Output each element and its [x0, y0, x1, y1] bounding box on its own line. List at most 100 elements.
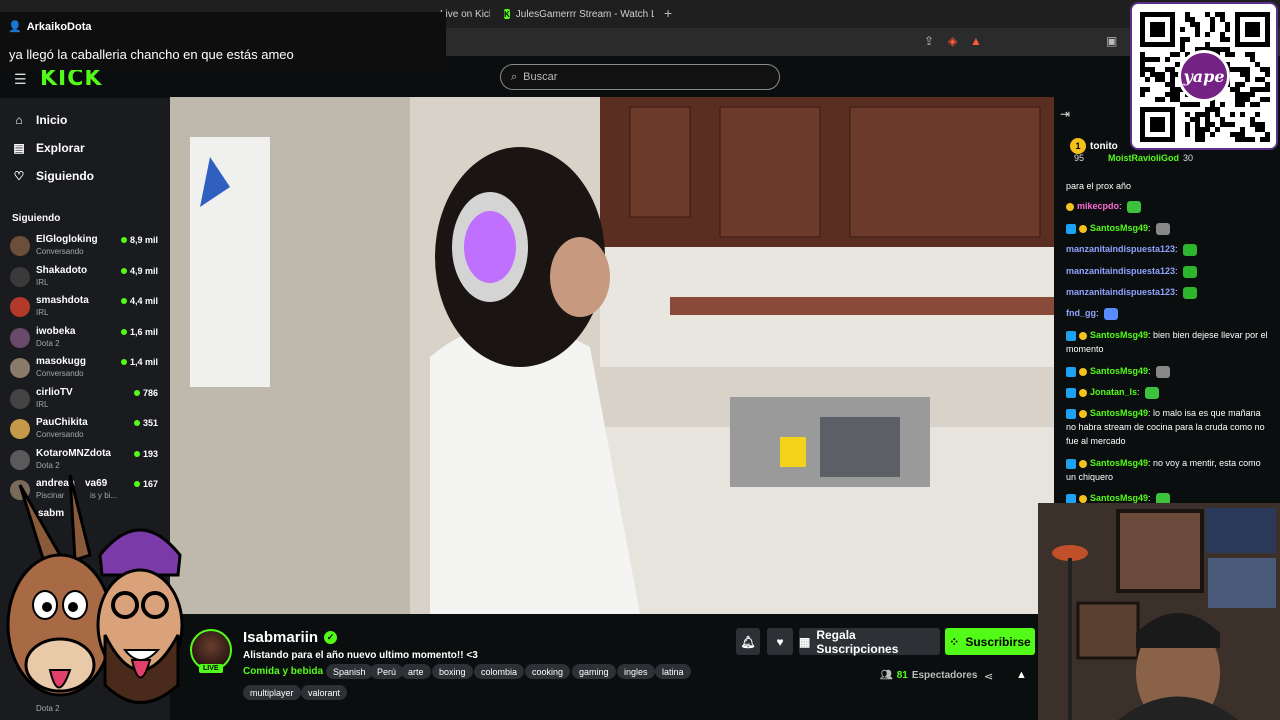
chat-username[interactable]: SantosMsg49: [1090, 330, 1148, 340]
qr-module: [1235, 137, 1240, 142]
qr-module: [1185, 112, 1190, 117]
following-item-partial[interactable]: sabm: [38, 508, 64, 519]
streamer-name[interactable]: Isabmariin: [243, 629, 318, 646]
following-item[interactable]: ElGlogloking Conversando 8,9 mil: [10, 233, 160, 261]
chat-message: SantosMsg49: lo malo isa es que mañana n…: [1066, 406, 1272, 448]
qr-finder: [1245, 22, 1260, 37]
chat-username[interactable]: SantosMsg49: [1090, 408, 1148, 418]
chat-username[interactable]: SantosMsg49: [1090, 458, 1148, 468]
gift-icon: ▦: [799, 634, 811, 649]
rank-badge: 1: [1070, 138, 1086, 154]
stream-tag[interactable]: Perú: [370, 664, 404, 679]
following-name: PauChikita: [36, 417, 88, 428]
chat-username[interactable]: SantosMsg49: [1090, 366, 1148, 376]
gifter-name[interactable]: MoistRavioliGod: [1108, 153, 1179, 163]
avatar: [10, 388, 30, 409]
qr-module: [1255, 127, 1260, 132]
browser-tab[interactable]: Live on Kick: [440, 4, 490, 24]
chat-message: manzanitaindispuesta123:: [1066, 242, 1272, 256]
stream-tag[interactable]: valorant: [301, 685, 348, 700]
stream-tag[interactable]: ingles: [617, 664, 655, 679]
stream-category[interactable]: Comida y bebida: [243, 666, 323, 677]
qr-module: [1265, 72, 1270, 77]
subscriber-badge-icon: [1066, 458, 1076, 469]
qr-module: [1230, 67, 1235, 72]
qr-module: [1145, 87, 1150, 92]
qr-module: [1220, 102, 1225, 107]
new-tab-icon[interactable]: +: [664, 5, 672, 21]
chat-username[interactable]: manzanitaindispuesta123: [1066, 244, 1175, 254]
search-input[interactable]: ⌕ Buscar: [500, 64, 780, 90]
video-frame: [170, 97, 1054, 614]
viewer-count-value: 351: [142, 418, 158, 428]
qr-module: [1155, 77, 1160, 82]
following-item[interactable]: cirlioTV IRL 786: [10, 386, 160, 414]
chat-username[interactable]: Jonatan_ls: [1090, 387, 1137, 397]
subscriber-badge-icon: [1066, 330, 1076, 341]
chat-username[interactable]: manzanitaindispuesta123: [1066, 287, 1175, 297]
rewards-icon[interactable]: ▲: [970, 34, 982, 48]
home-icon: ⌂: [15, 113, 23, 127]
chat-username[interactable]: mikecpdo: [1077, 201, 1119, 211]
stream-tag[interactable]: arte: [401, 664, 431, 679]
yape-logo: yape: [1178, 50, 1230, 102]
qr-module: [1250, 87, 1255, 92]
chat-separator: :: [1175, 266, 1181, 276]
menu-icon[interactable]: ☰: [14, 71, 27, 88]
subscribe-button[interactable]: ⁘ Suscribirse: [945, 628, 1035, 655]
video-player[interactable]: [170, 97, 1054, 614]
brave-shield-icon[interactable]: ◈: [948, 34, 957, 48]
qr-module: [1155, 97, 1160, 102]
stream-tag[interactable]: gaming: [572, 664, 616, 679]
chat-separator: :: [1148, 493, 1154, 503]
notifications-button[interactable]: 🔔︎: [736, 628, 760, 655]
qr-module: [1200, 137, 1205, 142]
following-item[interactable]: smashdota IRL 4,4 mil: [10, 294, 160, 322]
qr-module: [1210, 107, 1215, 112]
qr-module: [1185, 12, 1190, 17]
report-icon[interactable]: ▲: [1016, 669, 1027, 681]
qr-module: [1170, 92, 1175, 97]
reader-icon[interactable]: ▣: [1106, 34, 1117, 48]
share-icon[interactable]: ⇪: [924, 34, 934, 48]
following-item[interactable]: PauChikita Conversando 351: [10, 416, 160, 444]
qr-module: [1165, 57, 1170, 62]
nav-explorar[interactable]: ▤ Explorar: [12, 141, 84, 155]
qr-module: [1255, 62, 1260, 67]
stream-tag[interactable]: latina: [655, 664, 691, 679]
chat-username[interactable]: SantosMsg49: [1090, 493, 1148, 503]
following-item[interactable]: Shakadoto IRL 4,9 mil: [10, 264, 160, 292]
qr-module: [1255, 102, 1260, 107]
qr-module: [1205, 122, 1210, 127]
stream-tag[interactable]: colombia: [474, 664, 525, 679]
share-icon[interactable]: ⋖: [984, 670, 993, 683]
stream-tag[interactable]: cooking: [525, 664, 571, 679]
nav-inicio[interactable]: ⌂ Inicio: [12, 113, 67, 127]
emote-icon: [1183, 243, 1198, 256]
qr-module: [1140, 72, 1145, 77]
collapse-chat-icon[interactable]: ⇥: [1060, 107, 1070, 121]
qr-module: [1245, 72, 1250, 77]
qr-module: [1250, 137, 1255, 142]
nav-siguiendo[interactable]: ♡ Siguiendo: [12, 169, 94, 183]
qr-module: [1165, 82, 1170, 87]
stream-tag[interactable]: boxing: [432, 664, 473, 679]
browser-tab[interactable]: K JulesGamerrr Stream - Watch Live on: [504, 4, 654, 24]
follow-button[interactable]: ♥: [767, 628, 793, 655]
chat-message: SantosMsg49:: [1066, 221, 1272, 235]
chat-username[interactable]: manzanitaindispuesta123: [1066, 266, 1175, 276]
following-item[interactable]: masokugg Conversando 1,4 mil: [10, 355, 160, 383]
qr-module: [1225, 37, 1230, 42]
gifter-badge-icon: [1079, 459, 1087, 468]
gift-subs-button[interactable]: ▦ Regala Suscripciones: [799, 628, 940, 656]
chat-username[interactable]: SantosMsg49: [1090, 223, 1148, 233]
chat-username[interactable]: fnd_gg: [1066, 308, 1096, 318]
stream-tag[interactable]: Spanish: [326, 664, 373, 679]
qr-module: [1225, 47, 1230, 52]
qr-module: [1265, 82, 1270, 87]
stream-tag[interactable]: multiplayer: [243, 685, 301, 700]
qr-module: [1185, 102, 1190, 107]
qr-module: [1190, 117, 1195, 122]
following-item[interactable]: iwobeka Dota 2 1,6 mil: [10, 325, 160, 353]
top-gifter-name[interactable]: tonito: [1090, 141, 1118, 152]
